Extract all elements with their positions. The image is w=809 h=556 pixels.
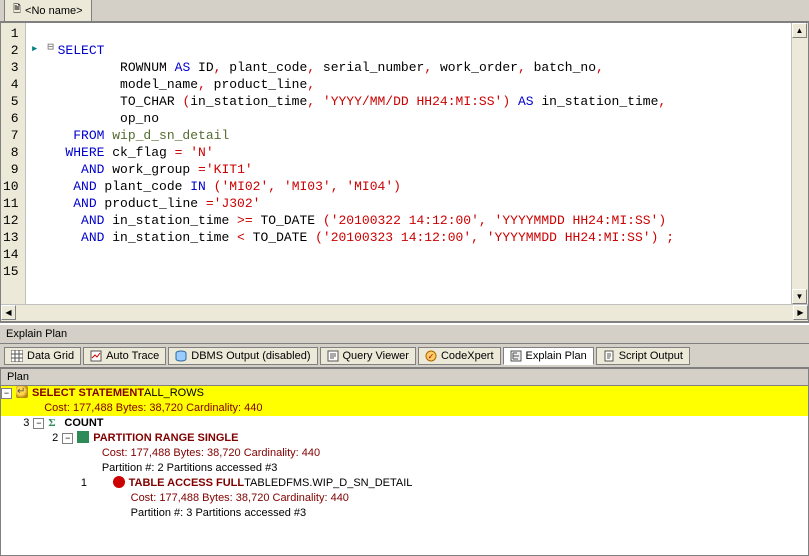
tree-collapse-icon[interactable]: − (62, 433, 73, 444)
grid-icon (11, 350, 23, 362)
plan-node-detail: Partition #: 2 Partitions accessed #3 (1, 461, 808, 476)
tab-query-viewer[interactable]: Query Viewer (320, 347, 416, 365)
tab-label: Script Output (619, 350, 683, 362)
scroll-left-icon[interactable]: ◀ (1, 305, 16, 320)
results-pane-label: Explain Plan (0, 324, 809, 344)
tab-auto-trace[interactable]: Auto Trace (83, 347, 166, 365)
sql-code-area[interactable]: SELECT ROWNUM AS ID, plant_code, serial_… (58, 23, 791, 304)
plan-tree[interactable]: − SELECT STATEMENT ALL_ROWS Cost: 177,48… (1, 386, 808, 555)
tab-codexpert[interactable]: ✓ CodeXpert (418, 347, 501, 365)
tab-explain-plan[interactable]: Explain Plan (503, 347, 594, 365)
tab-label: Query Viewer (343, 350, 409, 362)
plan-node-table-access-full[interactable]: 1 TABLE ACCESS FULL TABLE DFMS.WIP_D_SN_… (1, 476, 808, 491)
editor-horizontal-scrollbar[interactable]: ◀ ▶ (1, 304, 808, 321)
plan-node-count[interactable]: 3 − Σ COUNT (1, 416, 808, 431)
line-number-gutter: 1 2 3 4 5 6 7 8 9 10 11 12 13 14 15 (1, 23, 26, 304)
plan-node-detail: Cost: 177,488 Bytes: 38,720 Cardinality:… (1, 446, 808, 461)
file-tab-noname[interactable]: 🗎 <No name> (4, 0, 92, 21)
fold-column: ⊟ (44, 23, 58, 304)
explain-plan-panel: Plan − SELECT STATEMENT ALL_ROWS Cost: 1… (0, 368, 809, 556)
plan-node-detail: Partition #: 3 Partitions accessed #3 (1, 506, 808, 521)
file-tab-strip: 🗎 <No name> (0, 0, 809, 22)
plan-node-select-statement[interactable]: − SELECT STATEMENT ALL_ROWS (1, 386, 808, 401)
tab-script-output[interactable]: Script Output (596, 347, 690, 365)
return-arrow-icon (16, 386, 28, 398)
tree-collapse-icon[interactable]: − (33, 418, 44, 429)
tab-label: Auto Trace (106, 350, 159, 362)
scroll-right-icon[interactable]: ▶ (793, 305, 808, 320)
codexpert-icon: ✓ (425, 350, 437, 362)
tab-data-grid[interactable]: Data Grid (4, 347, 81, 365)
editor-vertical-scrollbar[interactable]: ▲ ▼ (791, 23, 808, 304)
statement-indicator-col: ▸ (26, 23, 44, 304)
tree-collapse-icon[interactable]: − (1, 388, 12, 399)
tab-dbms-output[interactable]: DBMS Output (disabled) (168, 347, 317, 365)
sigma-icon: Σ (48, 416, 60, 428)
trace-icon (90, 350, 102, 362)
tab-label: DBMS Output (disabled) (191, 350, 310, 362)
tab-label: CodeXpert (441, 350, 494, 362)
svg-text:✓: ✓ (428, 352, 435, 361)
partition-icon (77, 431, 89, 443)
scroll-down-icon[interactable]: ▼ (792, 289, 807, 304)
current-statement-icon: ▸ (31, 41, 39, 56)
full-scan-icon (113, 476, 125, 488)
script-icon (603, 350, 615, 362)
results-tab-bar: Data Grid Auto Trace DBMS Output (disabl… (0, 344, 809, 368)
query-icon (327, 350, 339, 362)
tab-label: Data Grid (27, 350, 74, 362)
fold-toggle-icon[interactable]: ⊟ (47, 42, 54, 54)
plan-column-header: Plan (1, 369, 808, 386)
file-tab-label: <No name> (25, 5, 82, 17)
tab-label: Explain Plan (526, 350, 587, 362)
scroll-up-icon[interactable]: ▲ (792, 23, 807, 38)
plan-node-detail: Cost: 177,488 Bytes: 38,720 Cardinality:… (1, 401, 808, 416)
dbms-icon (175, 350, 187, 362)
sql-file-icon: 🗎 (13, 2, 21, 19)
explain-plan-icon (510, 350, 522, 362)
plan-node-detail: Cost: 177,488 Bytes: 38,720 Cardinality:… (1, 491, 808, 506)
sql-editor: 1 2 3 4 5 6 7 8 9 10 11 12 13 14 15 ▸ ⊟ … (0, 22, 809, 322)
plan-node-partition-range[interactable]: 2 − PARTITION RANGE SINGLE (1, 431, 808, 446)
